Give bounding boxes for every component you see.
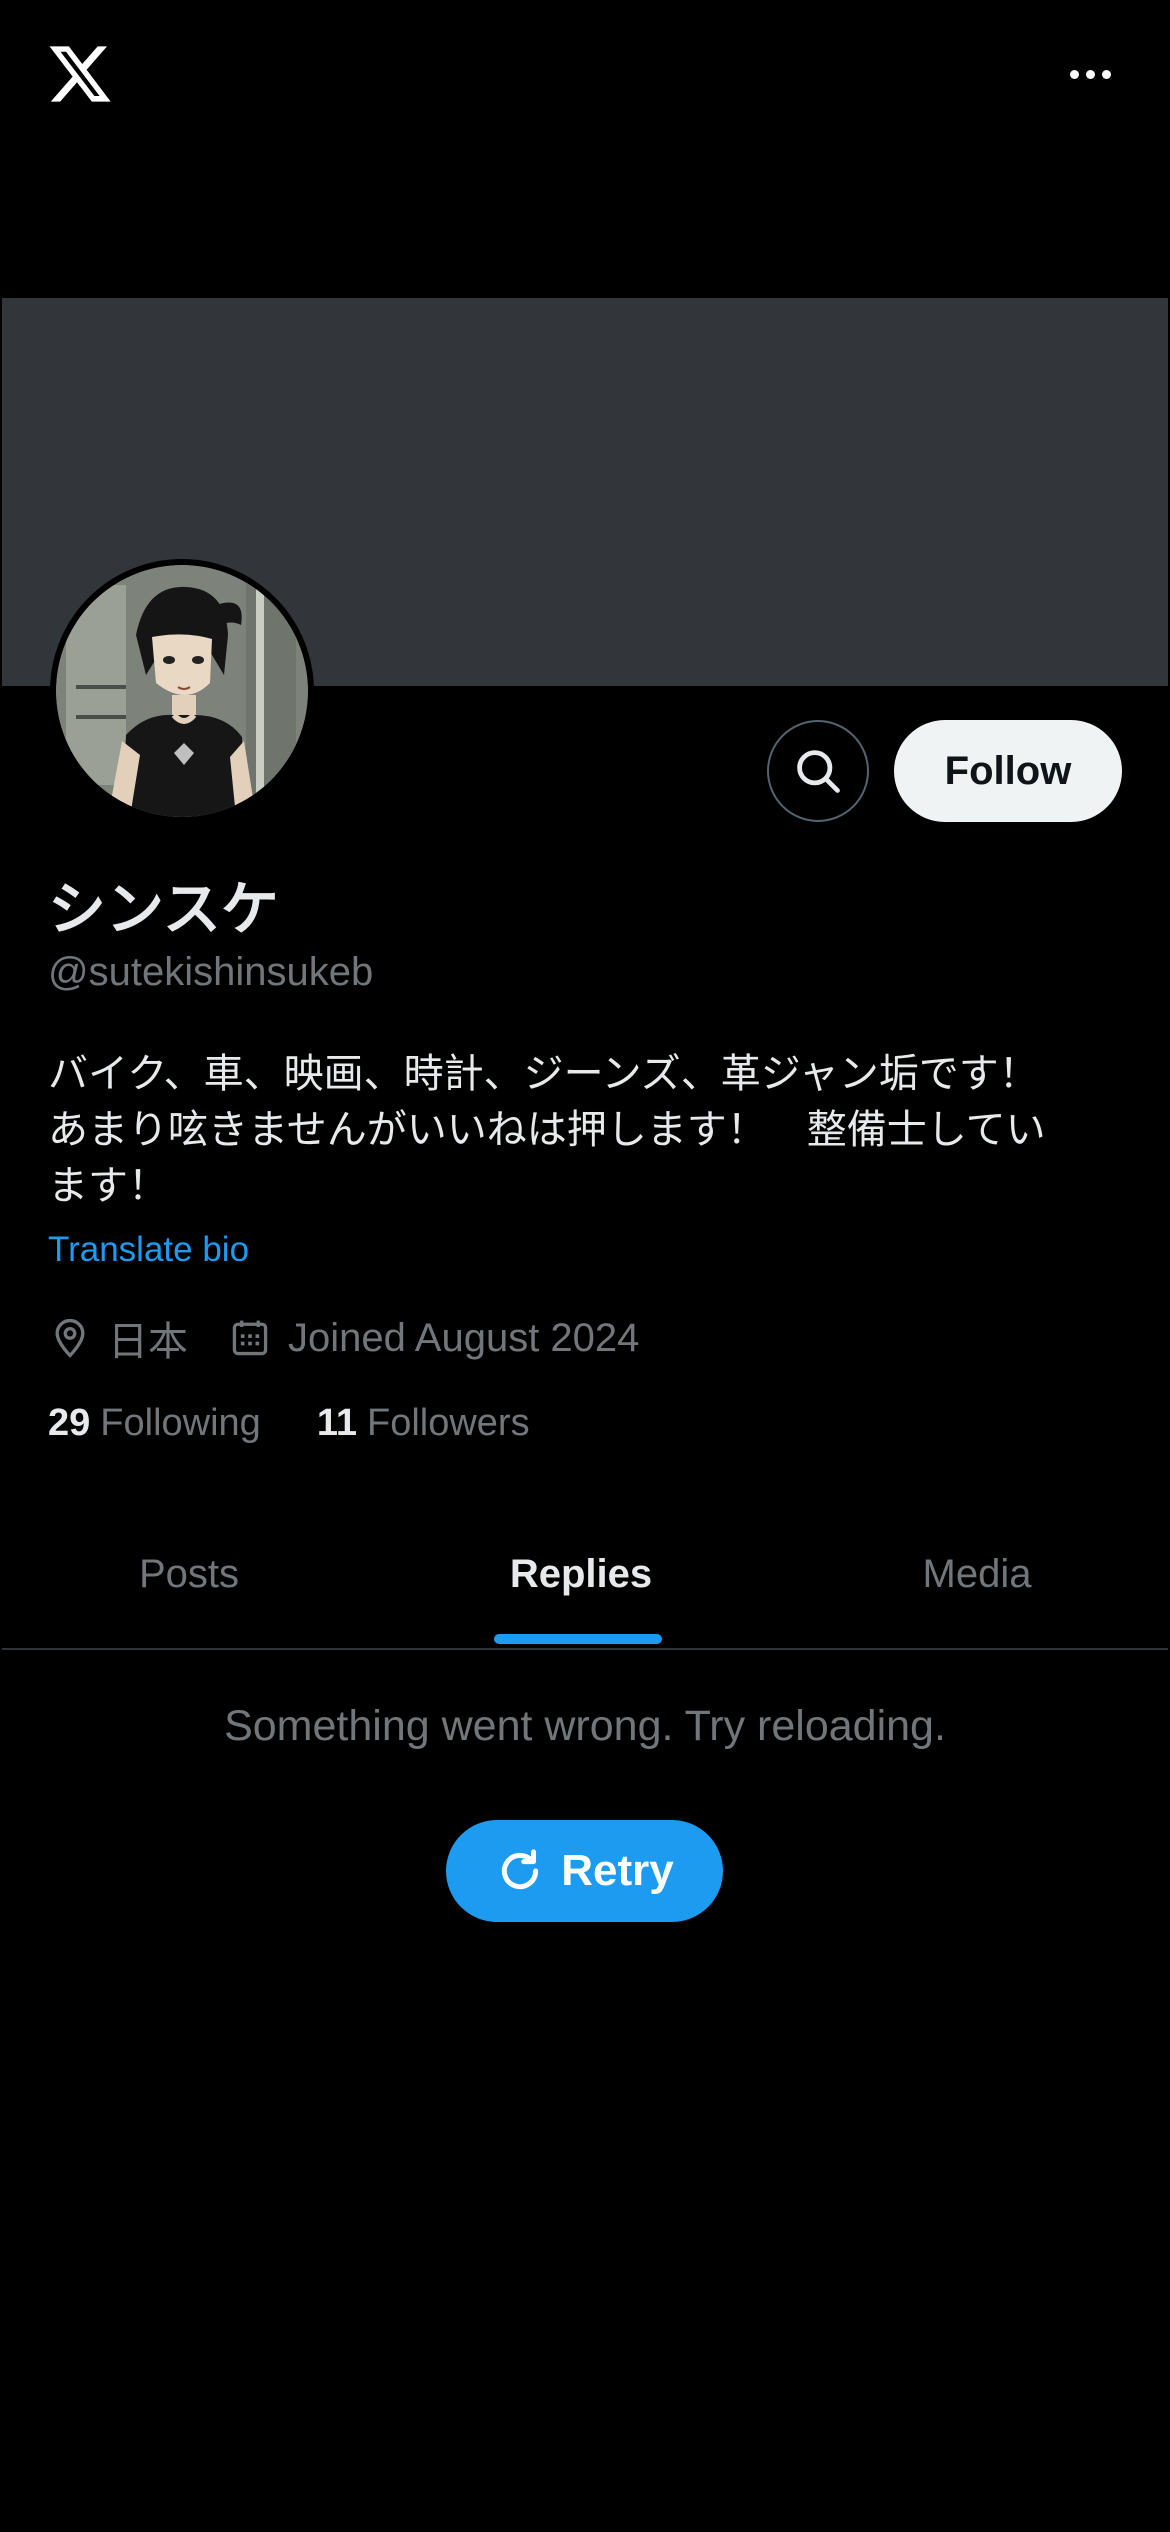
calendar-icon <box>232 1320 268 1356</box>
search-button[interactable] <box>767 720 869 822</box>
follow-stats: 29 Following 11 Followers <box>48 1395 586 1451</box>
location: 日本 <box>48 1309 188 1367</box>
tab-replies[interactable]: Replies <box>376 1500 786 1648</box>
followers-count: 11 <box>316 1401 357 1444</box>
followers-link[interactable]: 11 Followers <box>317 1402 530 1445</box>
x-logo-icon[interactable] <box>46 40 114 108</box>
error-message: Something went wrong. Try reloading. <box>224 1702 946 1750</box>
profile-meta: 日本 Joined August 2024 <box>48 1310 679 1366</box>
following-label: Following <box>100 1401 261 1444</box>
following-count: 29 <box>48 1401 91 1444</box>
joined-text: Joined August 2024 <box>288 1315 640 1360</box>
display-name: シンスケ <box>48 875 279 943</box>
search-icon <box>797 750 840 793</box>
profile-bio: バイク、車、映画、時計、ジーンズ、革ジャン垢です！ あまり呟きませんがいいねは押… <box>48 1051 1046 1209</box>
retry-label: Retry <box>561 1846 674 1895</box>
follow-button[interactable]: Follow <box>894 720 1122 822</box>
join-date: Joined August 2024 <box>228 1316 639 1361</box>
retry-button[interactable]: Retry <box>446 1820 723 1922</box>
location-pin-icon <box>55 1318 85 1358</box>
avatar[interactable] <box>50 559 314 823</box>
user-handle: @sutekishinsukeb <box>48 950 374 994</box>
tab-media[interactable]: Media <box>786 1500 1168 1648</box>
translate-bio-link[interactable]: Translate bio <box>48 1230 249 1270</box>
location-text: 日本 <box>108 1319 188 1365</box>
top-bar <box>0 0 1170 150</box>
active-tab-indicator <box>494 1634 662 1644</box>
more-options-icon[interactable] <box>1050 52 1130 96</box>
profile-tabs: Posts Replies Media <box>2 1500 1168 1650</box>
tab-posts[interactable]: Posts <box>2 1500 376 1648</box>
following-link[interactable]: 29 Following <box>48 1402 261 1445</box>
followers-label: Followers <box>366 1401 530 1444</box>
refresh-icon <box>502 1849 539 1890</box>
